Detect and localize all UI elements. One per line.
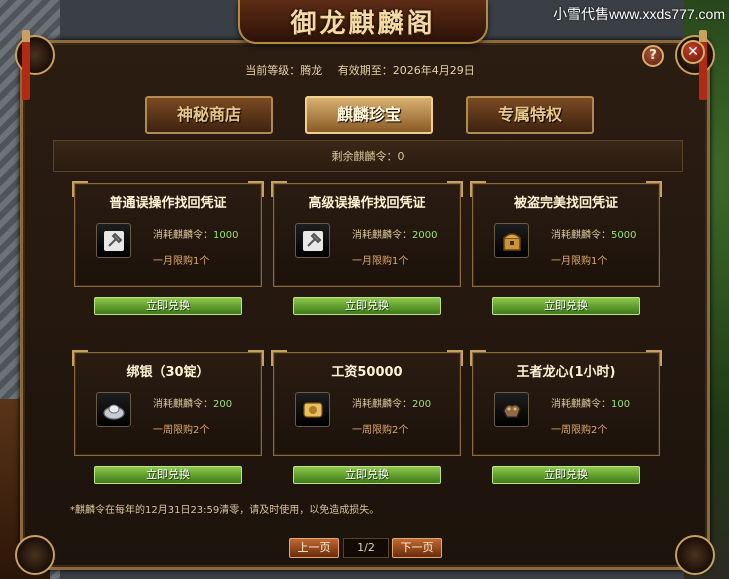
cost-label: 消耗麒麟令： [551,399,611,410]
item-name: 普通误操作找回凭证 [109,196,227,211]
redeem-button[interactable]: 立即兑换 [492,297,640,315]
redeem-button[interactable]: 立即兑换 [293,466,441,484]
item-card: 王者龙心(1小时) 消耗麒麟令：100 一周限购2个 [470,350,662,456]
item-name: 绑银（30锭） [126,365,210,380]
redeem-button[interactable]: 立即兑换 [94,466,242,484]
remaining-tokens: 剩余麒麟令：0 [53,140,683,172]
item-cost: 消耗麒麟令：200 [352,395,431,410]
item-cost: 消耗麒麟令：5000 [551,226,636,241]
current-level: 当前等级：腾龙 [245,64,323,77]
cost-value: 2000 [412,230,438,241]
item-name: 工资50000 [331,365,403,380]
silver-ingot-icon[interactable] [96,392,131,427]
cost-label: 消耗麒麟令： [352,230,412,241]
close-button[interactable]: ✕ [681,40,705,64]
page-indicator: 1/2 [343,538,389,558]
item-name: 被盗完美找回凭证 [513,196,618,211]
item-limit: 一月限购1个 [551,256,608,267]
item-limit: 一周限购2个 [551,425,608,436]
cost-label: 消耗麒麟令： [352,399,412,410]
cost-label: 消耗麒麟令： [551,230,611,241]
item-limit: 一周限购2个 [153,425,210,436]
tab-mystery-shop[interactable]: 神秘商店 [145,96,273,134]
tab-qilin-treasure[interactable]: 麒麟珍宝 [305,96,433,134]
item-limit: 一月限购1个 [352,256,409,267]
chest-icon[interactable] [494,223,529,258]
cost-value: 5000 [611,230,637,241]
title-banner: 御龙麒麟阁 [238,0,488,44]
hammer-icon[interactable] [96,223,131,258]
watermark-text: 小雪代售www.xxds777.com [553,6,725,22]
redeem-button[interactable]: 立即兑换 [492,466,640,484]
cost-value: 1000 [213,230,239,241]
prev-page-button[interactable]: 上一页 [289,538,339,558]
item-card: 高级误操作找回凭证 消耗麒麟令：2000 一月限购1个 [271,181,463,287]
item-cost: 消耗麒麟令：2000 [352,226,437,241]
item-card: 工资50000 消耗麒麟令：200 一周限购2个 [271,350,463,456]
item-cost: 消耗麒麟令：200 [153,395,232,410]
tab-exclusive-privilege[interactable]: 专属特权 [466,96,594,134]
item-cost: 消耗麒麟令：100 [551,395,630,410]
item-card: 普通误操作找回凭证 消耗麒麟令：1000 一月限购1个 [72,181,264,287]
cost-value: 200 [412,399,432,410]
help-button[interactable]: ? [642,45,664,67]
item-name: 高级误操作找回凭证 [308,196,426,211]
item-limit: 一周限购2个 [352,425,409,436]
redeem-button[interactable]: 立即兑换 [94,297,242,315]
cost-label: 消耗麒麟令： [153,399,213,410]
corner-ornament [15,535,55,575]
reset-notice: *麒麟令在每年的12月31日23:59清零，请及时使用，以免造成损失。 [70,505,380,516]
tassel-decoration [22,30,30,100]
cost-value: 100 [611,399,631,410]
redeem-button[interactable]: 立即兑换 [293,297,441,315]
corner-ornament [675,535,715,575]
item-card: 绑银（30锭） 消耗麒麟令：200 一周限购2个 [72,350,264,456]
item-card: 被盗完美找回凭证 消耗麒麟令：5000 一月限购1个 [470,181,662,287]
item-limit: 一月限购1个 [153,256,210,267]
item-name: 王者龙心(1小时) [516,365,616,380]
window-title: 御龙麒麟阁 [290,9,436,39]
hammer-icon[interactable] [295,223,330,258]
tassel-decoration [699,30,707,100]
tab-bar: 神秘商店 麒麟珍宝 专属特权 [0,96,729,136]
item-cost: 消耗麒麟令：1000 [153,226,238,241]
corner-ornament [15,35,55,75]
scroll-icon[interactable] [295,392,330,427]
cost-value: 200 [213,399,233,410]
expire-date: 有效期至：2026年4月29日 [337,64,475,77]
cost-label: 消耗麒麟令： [153,230,213,241]
status-line: 当前等级：腾龙 有效期至：2026年4月29日 [200,62,520,82]
dragon-heart-icon[interactable] [494,392,529,427]
next-page-button[interactable]: 下一页 [392,538,442,558]
